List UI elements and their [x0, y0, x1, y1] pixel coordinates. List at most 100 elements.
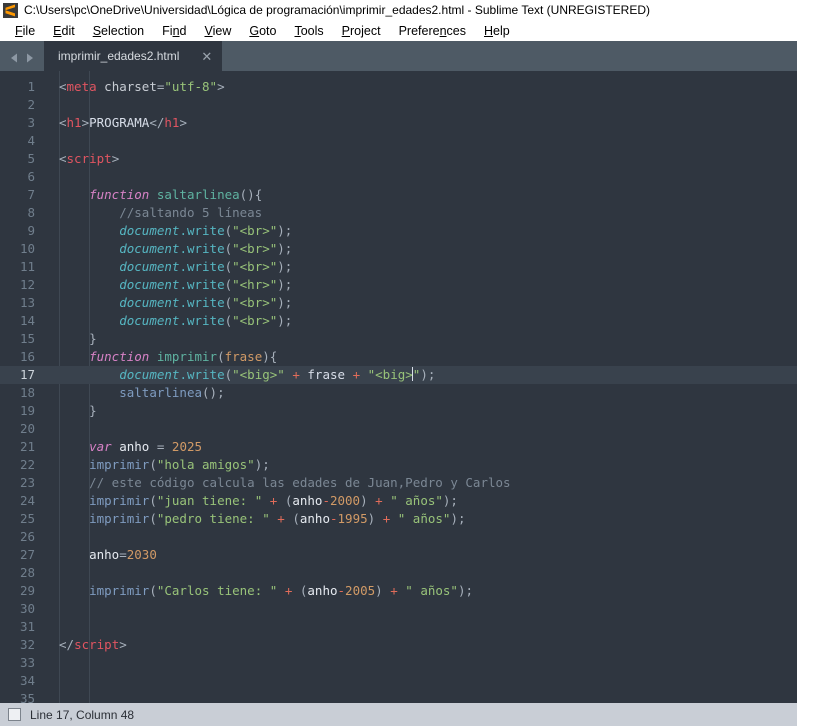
token-punct: <	[59, 115, 67, 130]
token-str: "<br>"	[232, 313, 278, 328]
code-line-content: </script>	[44, 636, 797, 654]
token-punct: >	[81, 115, 90, 130]
code-line[interactable]: 15 }	[0, 330, 797, 348]
sidebar-toggle-icon[interactable]	[8, 708, 21, 721]
code-line-content: //saltando 5 líneas	[44, 204, 797, 222]
code-line[interactable]: 22 imprimir("hola amigos");	[0, 456, 797, 474]
code-line[interactable]: 32 </script>	[0, 636, 797, 654]
token-fnname: saltarlinea	[156, 187, 240, 202]
code-line[interactable]: 29 imprimir("Carlos tiene: " + (anho-200…	[0, 582, 797, 600]
code-line-content: }	[44, 402, 797, 420]
code-line[interactable]: 13 document.write("<br>");	[0, 294, 797, 312]
code-line[interactable]: 14 document.write("<br>");	[0, 312, 797, 330]
close-icon[interactable]: ✕	[201, 50, 212, 63]
code-line[interactable]: 34	[0, 672, 797, 690]
token-call: saltarlinea	[119, 385, 203, 400]
tab-prev-arrow-icon[interactable]	[9, 52, 20, 63]
token-str: "juan tiene: "	[156, 493, 263, 508]
token-str: "pedro tiene: "	[156, 511, 270, 526]
code-line[interactable]: 28	[0, 564, 797, 582]
code-line[interactable]: 26	[0, 528, 797, 546]
code-line[interactable]: 8 //saltando 5 líneas	[0, 204, 797, 222]
menu-item-tools[interactable]: Tools	[285, 23, 332, 39]
code-line[interactable]: 18 saltarlinea();	[0, 384, 797, 402]
code-line[interactable]: 24 imprimir("juan tiene: " + (anho-2000)…	[0, 492, 797, 510]
menu-label-view: iew	[212, 23, 232, 38]
menu-item-help[interactable]: Help	[475, 23, 519, 39]
token-punct: );	[420, 367, 436, 382]
code-line-content: document.write("<hr>");	[44, 276, 797, 294]
menu-item-edit[interactable]: Edit	[44, 23, 84, 39]
sublime-text-logo-icon	[3, 2, 18, 18]
menu-item-goto[interactable]: Goto	[240, 23, 285, 39]
code-line[interactable]: 33	[0, 654, 797, 672]
token-call: imprimir	[89, 457, 150, 472]
token-attr: charset	[104, 79, 157, 94]
token-text: frase	[299, 367, 353, 382]
code-line[interactable]: 9 document.write("<br>");	[0, 222, 797, 240]
token-call: imprimir	[89, 493, 150, 508]
token-obj: document	[119, 367, 180, 382]
code-lines-container: 1 <meta charset="utf-8"> 2 3 <h1>PROGRAMA</h…	[0, 71, 797, 703]
code-line[interactable]: 23 // este código calcula las edades de …	[0, 474, 797, 492]
token-punct: >	[111, 151, 120, 166]
menu-item-preferences[interactable]: Preferences	[390, 23, 475, 39]
code-line-content: // este código calcula las edades de Jua…	[44, 474, 797, 492]
code-line[interactable]: 12 document.write("<hr>");	[0, 276, 797, 294]
tab-next-arrow-icon[interactable]	[24, 52, 35, 63]
code-line[interactable]: 16 function imprimir(frase){	[0, 348, 797, 366]
code-line[interactable]: 2	[0, 96, 797, 114]
token-str: " años"	[390, 493, 443, 508]
token-str: "<br>"	[232, 295, 278, 310]
code-line[interactable]: 1 <meta charset="utf-8">	[0, 78, 797, 96]
code-line[interactable]: 20	[0, 420, 797, 438]
token-text: PROGRAMA	[89, 115, 150, 130]
code-line[interactable]: 17 document.write("<big>" + frase + "<bi…	[0, 366, 797, 384]
code-line[interactable]: 3 <h1>PROGRAMA</h1>	[0, 114, 797, 132]
code-line[interactable]: 31	[0, 618, 797, 636]
code-line-content	[44, 654, 797, 672]
code-line[interactable]: 4	[0, 132, 797, 150]
code-line[interactable]: 27 anho=2030	[0, 546, 797, 564]
line-number: 33	[19, 655, 35, 670]
code-line[interactable]: 5 <script>	[0, 150, 797, 168]
menu-item-selection[interactable]: Selection	[84, 23, 153, 39]
token-op: +	[292, 367, 300, 382]
code-editor[interactable]: 1 <meta charset="utf-8"> 2 3 <h1>PROGRAMA</h…	[0, 71, 797, 703]
token-call: imprimir	[89, 583, 150, 598]
code-line[interactable]: 7 function saltarlinea(){	[0, 186, 797, 204]
token-punct: );	[277, 241, 293, 256]
code-line-content	[44, 564, 797, 582]
menu-label-file: ile	[22, 23, 36, 38]
code-line-content: var anho = 2025	[44, 438, 797, 456]
token-punct: }	[89, 331, 97, 346]
code-line-content	[44, 168, 797, 186]
token-str: " años"	[405, 583, 458, 598]
code-line[interactable]: 25 imprimir("pedro tiene: " + (anho-1995…	[0, 510, 797, 528]
line-number: 24	[19, 493, 35, 508]
token-kw: function	[89, 187, 150, 202]
code-line[interactable]: 35	[0, 690, 797, 703]
code-line[interactable]: 30	[0, 600, 797, 618]
code-line[interactable]: 19 }	[0, 402, 797, 420]
token-punct: <	[59, 79, 67, 94]
menu-item-find[interactable]: Find	[153, 23, 195, 39]
code-line[interactable]: 6	[0, 168, 797, 186]
code-line[interactable]: 21 var anho = 2025	[0, 438, 797, 456]
token-str: "<br>"	[232, 259, 278, 274]
code-line[interactable]: 11 document.write("<br>");	[0, 258, 797, 276]
code-line[interactable]: 10 document.write("<br>");	[0, 240, 797, 258]
code-line-content: function saltarlinea(){	[44, 186, 797, 204]
code-line-content	[44, 132, 797, 150]
line-number: 30	[19, 601, 35, 616]
menu-item-project[interactable]: Project	[333, 23, 390, 39]
menu-item-view[interactable]: View	[195, 23, 240, 39]
menu-item-file[interactable]: File	[6, 23, 44, 39]
tab-imprimir-edades2-html[interactable]: imprimir_edades2.html ✕	[44, 41, 223, 71]
